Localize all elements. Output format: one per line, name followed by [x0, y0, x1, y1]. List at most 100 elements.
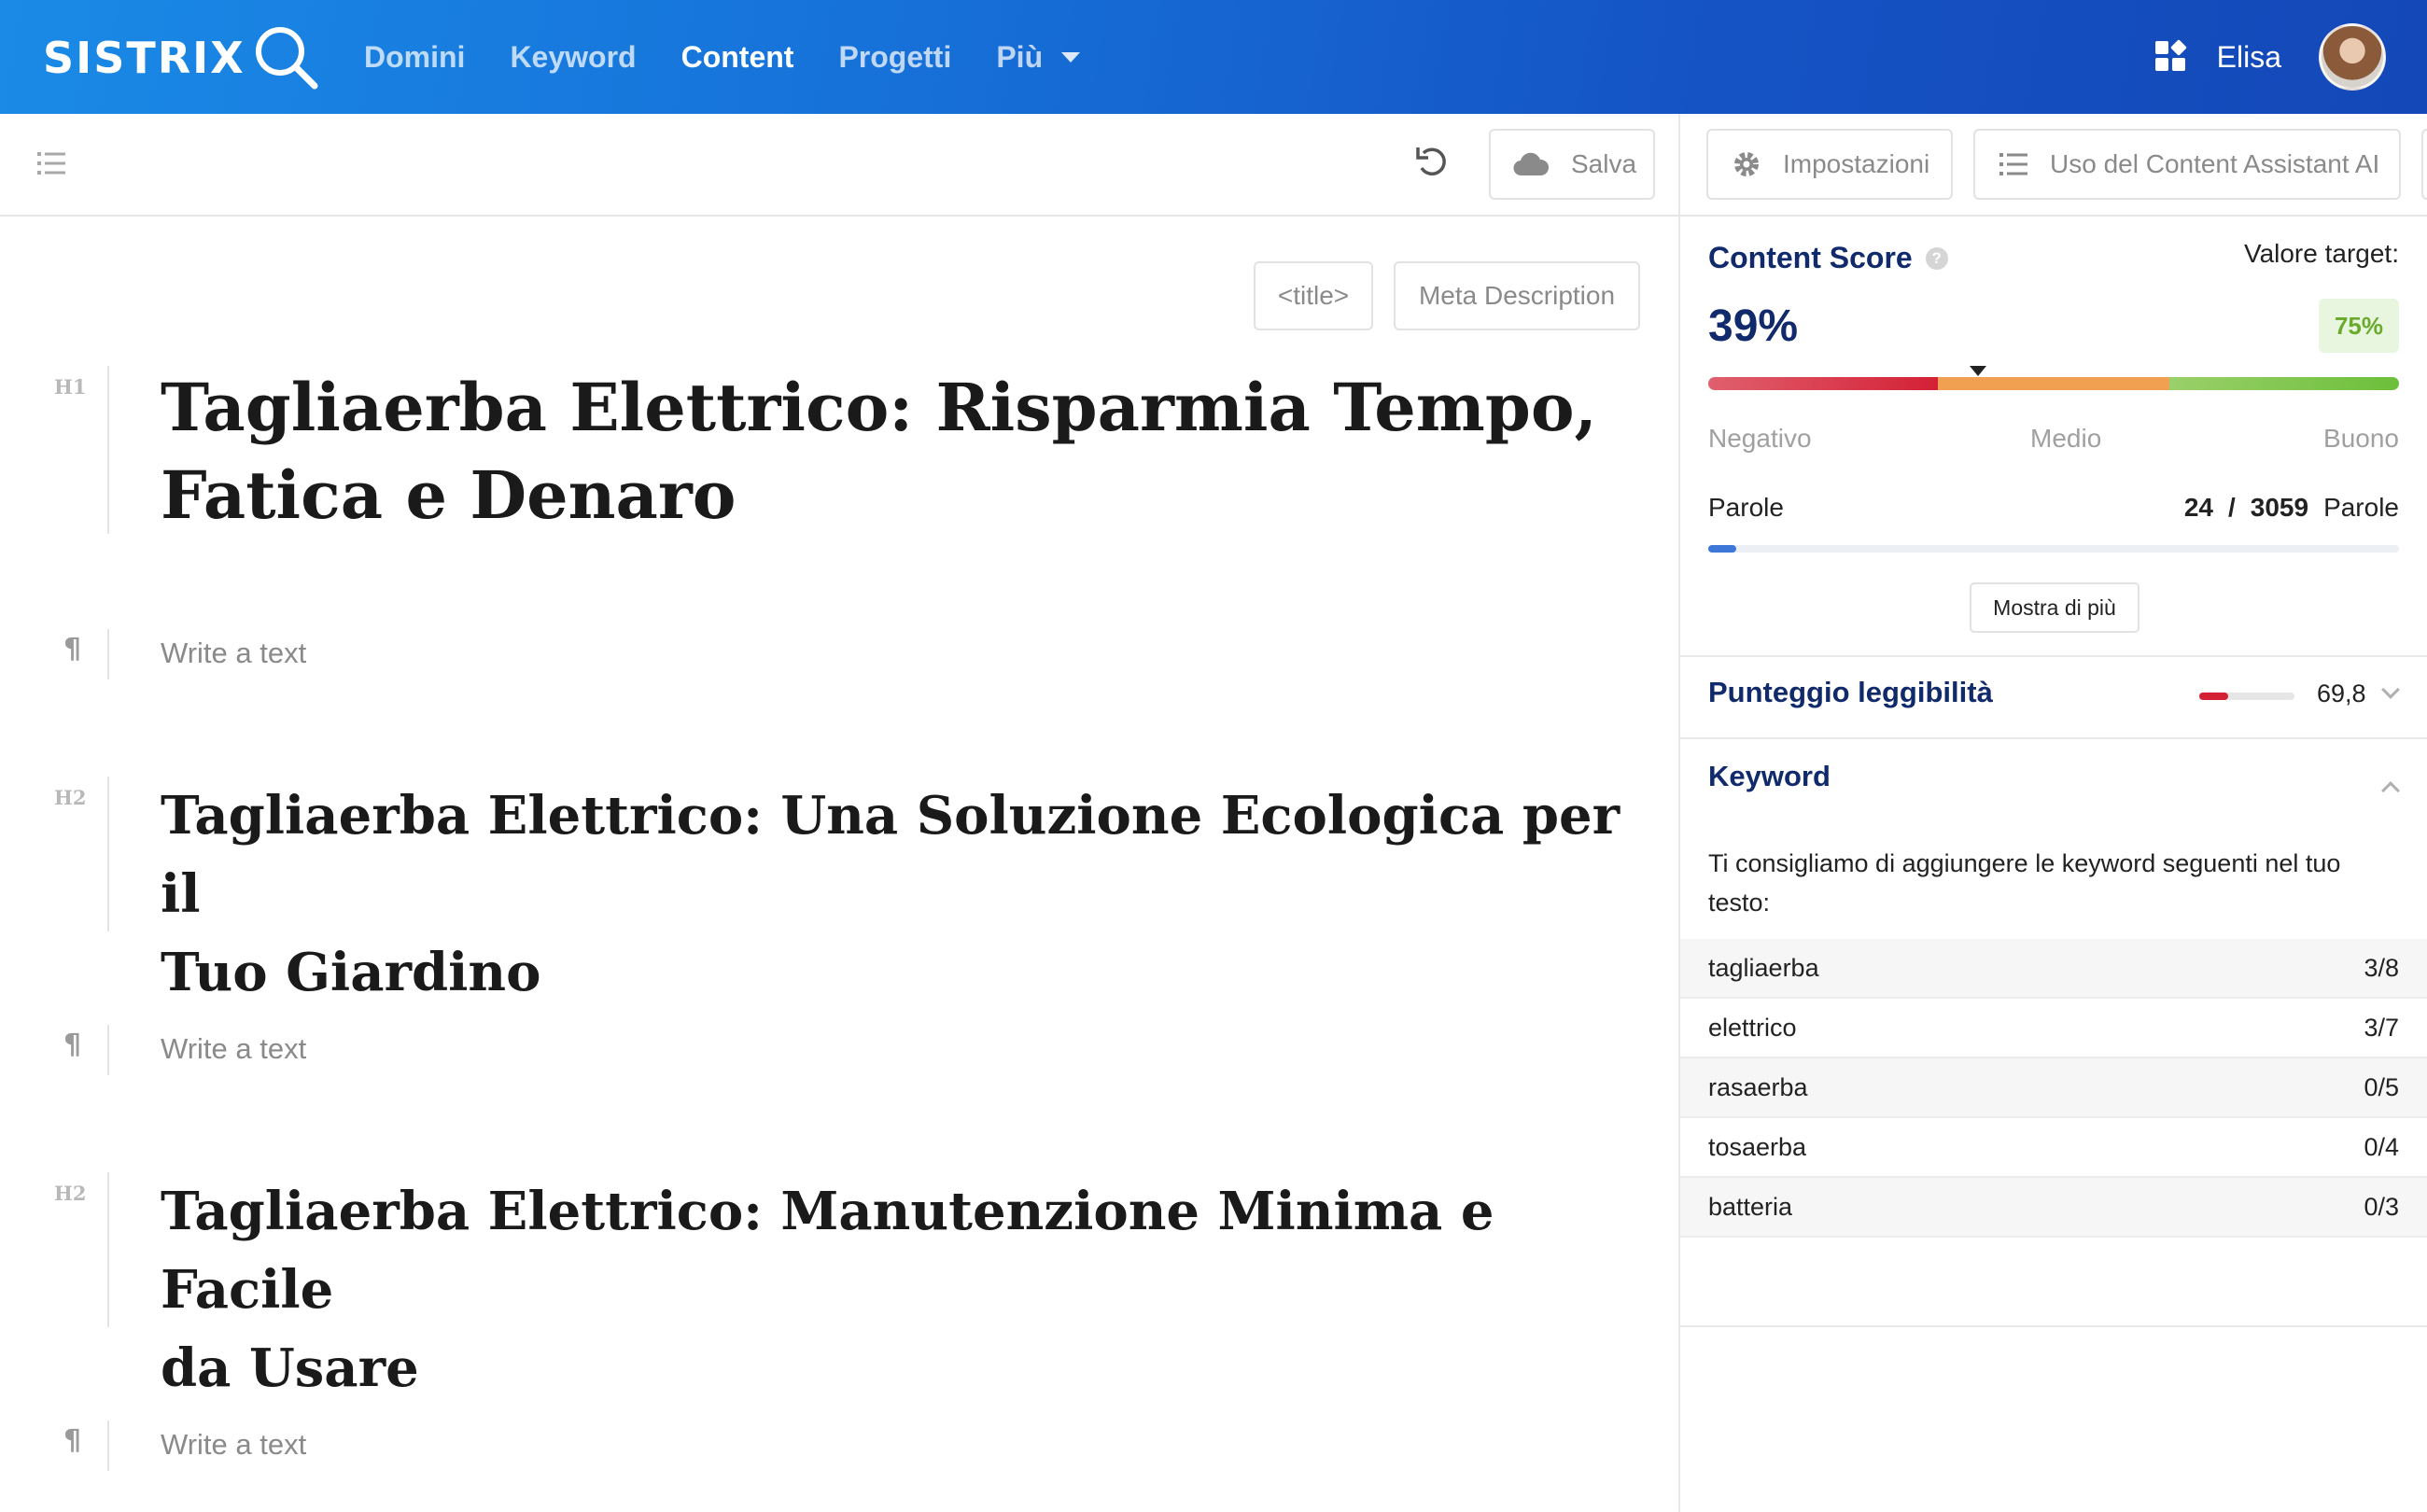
- heading-line: Tagliaerba Elettrico: Manutenzione Minim…: [161, 1181, 1494, 1321]
- word-count: 24 / 3059 Parole: [2184, 493, 2399, 523]
- keyword-term: tagliaerba: [1708, 953, 1819, 982]
- word-count-progress-fill: [1708, 545, 1736, 553]
- user-avatar[interactable]: [2319, 23, 2386, 91]
- scale-label-negative: Negativo: [1708, 424, 1812, 453]
- word-count-target: 3059: [2250, 493, 2309, 522]
- save-button[interactable]: Salva: [1489, 129, 1655, 200]
- keyword-row[interactable]: rasaerba 0/5: [1680, 1058, 2427, 1118]
- keyword-row[interactable]: tosaerba 0/4: [1680, 1118, 2427, 1178]
- section-divider: [1680, 1325, 2427, 1327]
- meta-description-button[interactable]: Meta Description: [1394, 261, 1640, 330]
- scale-label-good: Buono: [2323, 424, 2399, 453]
- overflow-button[interactable]: [2421, 129, 2427, 200]
- block-type-marker: H2: [54, 1182, 87, 1205]
- keyword-term: elettrico: [1708, 1013, 1797, 1042]
- nav-item-content[interactable]: Content: [681, 40, 794, 75]
- block-rule: [107, 1025, 109, 1075]
- content-score-value: 39%: [1708, 301, 1799, 351]
- undo-icon[interactable]: [1414, 144, 1448, 181]
- chevron-up-icon[interactable]: [2381, 781, 2400, 800]
- heading-line: Tagliaerba Elettrico: Una Soluzione Ecol…: [161, 785, 1620, 925]
- keyword-list: tagliaerba 3/8 elettrico 3/7 rasaerba 0/…: [1680, 939, 2427, 1238]
- keyword-term: rasaerba: [1708, 1072, 1808, 1101]
- top-navigation-bar: SISTRIX Domini Keyword Content Progetti …: [0, 0, 2427, 114]
- section-heading-h2[interactable]: Tagliaerba Elettrico: Una Soluzione Ecol…: [161, 777, 1673, 1012]
- score-segment-negative: [1708, 377, 1939, 390]
- block-rule: [107, 629, 109, 679]
- nav-item-piu-label: Più: [996, 39, 1044, 74]
- keyword-count: 3/8: [2364, 953, 2399, 982]
- keyword-section-title[interactable]: Keyword: [1708, 760, 1831, 793]
- keyword-count: 0/3: [2364, 1192, 2399, 1221]
- content-editor: <title> Meta Description H1 Tagliaerba E…: [0, 217, 1678, 1512]
- nav-item-keyword[interactable]: Keyword: [510, 40, 636, 75]
- keyword-row[interactable]: batteria 0/3: [1680, 1178, 2427, 1238]
- word-count-current: 24: [2183, 493, 2213, 522]
- outline-list-icon[interactable]: [37, 151, 65, 175]
- keyword-row[interactable]: tagliaerba 3/8: [1680, 939, 2427, 999]
- ai-usage-button[interactable]: Uso del Content Assistant AI: [1973, 129, 2401, 200]
- content-assistant-panel: Content Score ? Valore target: 39% 75% N…: [1680, 217, 2427, 1512]
- block-rule: [107, 1421, 109, 1471]
- keyword-term: batteria: [1708, 1192, 1793, 1221]
- section-divider: [1680, 737, 2427, 739]
- block-rule: [107, 1172, 109, 1327]
- user-name[interactable]: Elisa: [2217, 40, 2281, 75]
- target-value-badge: 75%: [2319, 299, 2399, 353]
- nav-item-progetti[interactable]: Progetti: [838, 40, 951, 75]
- paragraph-placeholder[interactable]: Write a text: [161, 1032, 306, 1066]
- content-score-title: Content Score ?: [1708, 241, 1948, 275]
- score-marker-icon: [1969, 366, 1986, 376]
- paragraph-placeholder[interactable]: Write a text: [161, 637, 306, 670]
- section-divider: [1680, 655, 2427, 657]
- block-type-marker: H2: [54, 786, 87, 809]
- keyword-count: 3/7: [2364, 1013, 2399, 1042]
- title-tag-button[interactable]: <title>: [1254, 261, 1373, 330]
- editor-toolbar: Salva Impostazioni Uso del Content Assis…: [0, 114, 2427, 217]
- nav-item-domini[interactable]: Domini: [364, 40, 465, 75]
- word-count-separator: /: [2227, 493, 2236, 522]
- keyword-count: 0/4: [2364, 1132, 2399, 1161]
- search-magnifier-icon: [255, 27, 318, 90]
- logo-text: SISTRIX: [43, 33, 246, 83]
- cloud-icon: [1513, 152, 1549, 176]
- paragraph-placeholder[interactable]: Write a text: [161, 1428, 306, 1462]
- keyword-count: 0/5: [2364, 1072, 2399, 1101]
- section-heading-h2[interactable]: Tagliaerba Elettrico: Manutenzione Minim…: [161, 1172, 1673, 1407]
- keyword-term: tosaerba: [1708, 1132, 1807, 1161]
- word-count-label: Parole: [1708, 493, 1784, 522]
- save-label: Salva: [1571, 149, 1637, 178]
- score-segment-medium: [1938, 377, 2169, 390]
- list-icon: [1999, 153, 2027, 175]
- user-area: Elisa: [2154, 17, 2386, 97]
- nav-item-piu[interactable]: Più: [996, 39, 1081, 75]
- keyword-row[interactable]: elettrico 3/7: [1680, 999, 2427, 1058]
- show-more-button[interactable]: Mostra di più: [1970, 582, 2139, 633]
- content-score-bar: [1708, 377, 2399, 390]
- help-icon[interactable]: ?: [1925, 246, 1948, 270]
- gear-icon: [1734, 152, 1759, 176]
- paragraph-icon: ¶: [63, 1424, 82, 1457]
- block-rule: [107, 777, 109, 931]
- readability-value: 69,8: [2317, 679, 2366, 707]
- word-count-progress: [1708, 545, 2399, 553]
- apps-grid-icon[interactable]: [2154, 39, 2187, 73]
- readability-title[interactable]: Punteggio leggibilità: [1708, 676, 1993, 709]
- heading-line: da Usare: [161, 1337, 419, 1399]
- heading-line: Tagliaerba Elettrico: Risparmia Tempo,: [161, 369, 1597, 446]
- settings-button[interactable]: Impostazioni: [1706, 129, 1953, 200]
- paragraph-icon: ¶: [63, 633, 82, 665]
- word-count-unit: Parole: [2323, 493, 2399, 522]
- page-heading-h1[interactable]: Tagliaerba Elettrico: Risparmia Tempo, F…: [161, 364, 1617, 539]
- score-segment-good: [2168, 377, 2399, 390]
- block-rule: [107, 366, 109, 534]
- target-value-label: Valore target:: [2243, 239, 2399, 268]
- content-score-label: Content Score: [1708, 241, 1913, 274]
- keyword-description: Ti consigliamo di aggiungere le keyword …: [1708, 849, 2341, 917]
- heading-line: Tuo Giardino: [161, 942, 541, 1003]
- sistrix-logo[interactable]: SISTRIX: [43, 22, 322, 93]
- readability-bar-fill: [2199, 693, 2228, 700]
- caret-down-icon: [1061, 51, 1081, 63]
- chevron-down-icon[interactable]: [2381, 680, 2400, 699]
- settings-label: Impostazioni: [1783, 149, 1930, 178]
